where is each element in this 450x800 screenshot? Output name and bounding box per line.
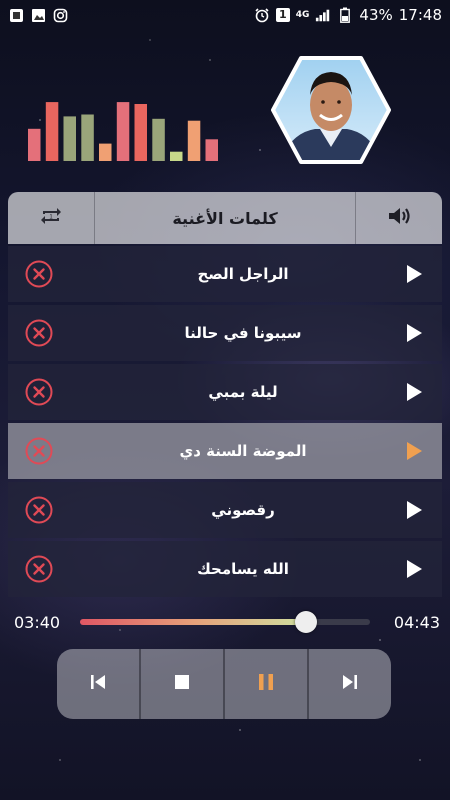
artist-avatar <box>271 56 391 164</box>
clock-time: 17:48 <box>398 6 442 24</box>
play-song-button[interactable] <box>402 321 426 345</box>
equalizer-bar <box>205 139 218 161</box>
instagram-icon <box>52 7 68 23</box>
stop-icon <box>173 673 191 695</box>
play-icon <box>407 442 422 460</box>
song-row[interactable]: الموضة السنة دي <box>8 423 442 479</box>
equalizer-bar <box>170 151 183 161</box>
play-icon <box>407 383 422 401</box>
delete-x-icon <box>25 319 53 347</box>
previous-button[interactable] <box>57 649 139 719</box>
total-time: 04:43 <box>393 613 440 632</box>
pause-button[interactable] <box>223 649 307 719</box>
equalizer-bar <box>152 118 165 161</box>
playback-controls <box>57 649 391 719</box>
delete-x-icon <box>25 437 53 465</box>
song-row[interactable]: الراجل الصح <box>8 246 442 302</box>
equalizer-bar <box>63 116 76 161</box>
song-title: الراجل الصح <box>197 265 289 283</box>
song-row[interactable]: ليلة بمبي <box>8 364 442 420</box>
battery-icon <box>337 7 353 23</box>
delete-x-icon <box>25 260 53 288</box>
lyrics-title[interactable]: كلمات الأغنية <box>94 192 356 244</box>
seek-bar[interactable] <box>80 611 370 633</box>
status-bar: 1 4G 43% 17:48 <box>0 0 450 30</box>
delete-x-icon <box>25 555 53 583</box>
song-title: الله يسامحك <box>197 560 289 578</box>
song-title: الموضة السنة دي <box>179 442 307 460</box>
delete-song-button[interactable] <box>24 377 54 407</box>
delete-song-button[interactable] <box>24 436 54 466</box>
play-icon <box>407 324 422 342</box>
equalizer-bar <box>116 102 130 161</box>
song-title: رقصوني <box>211 501 275 519</box>
seek-bar-progress <box>80 619 307 625</box>
repeat-button[interactable]: 1 <box>8 192 94 244</box>
pause-icon <box>257 672 275 696</box>
play-icon <box>407 265 422 283</box>
volume-button[interactable] <box>356 192 442 244</box>
play-icon <box>407 501 422 519</box>
play-song-button[interactable] <box>402 262 426 286</box>
seek-handle[interactable] <box>295 611 318 633</box>
delete-x-icon <box>25 378 53 406</box>
skip-next-icon <box>340 673 360 695</box>
play-icon <box>407 560 422 578</box>
play-song-button[interactable] <box>402 439 426 463</box>
next-button[interactable] <box>307 649 391 719</box>
song-list: الراجل الصح سيبونا في حالنا ليلة بمبي الموض… <box>8 246 442 600</box>
song-title: سيبونا في حالنا <box>184 324 302 342</box>
equalizer-bar <box>99 143 112 161</box>
play-song-button[interactable] <box>402 498 426 522</box>
signal-icon <box>315 7 331 23</box>
alarm-icon <box>254 7 270 23</box>
repeat-one-icon: 1 <box>39 205 63 231</box>
gallery-icon <box>8 7 24 23</box>
delete-song-button[interactable] <box>24 554 54 584</box>
volume-icon <box>386 204 412 232</box>
play-song-button[interactable] <box>402 557 426 581</box>
image-icon <box>30 7 46 23</box>
song-title: ليلة بمبي <box>208 383 278 401</box>
lyrics-header-bar: 1 كلمات الأغنية <box>8 192 442 244</box>
network-type-label: 4G <box>295 9 310 20</box>
stop-button[interactable] <box>139 649 223 719</box>
equalizer-bar <box>45 102 59 161</box>
equalizer-bar <box>134 104 147 161</box>
equalizer-bar <box>81 114 94 161</box>
play-song-button[interactable] <box>402 380 426 404</box>
song-row[interactable]: الله يسامحك <box>8 541 442 597</box>
skip-previous-icon <box>88 673 108 695</box>
delete-song-button[interactable] <box>24 495 54 525</box>
equalizer-bar <box>28 128 41 161</box>
equalizer-visualizer <box>28 102 218 161</box>
delete-x-icon <box>25 496 53 524</box>
notification-count-badge: 1 <box>275 8 290 22</box>
song-row[interactable]: رقصوني <box>8 482 442 538</box>
equalizer-bar <box>187 120 201 161</box>
current-time: 03:40 <box>14 613 61 632</box>
delete-song-button[interactable] <box>24 259 54 289</box>
song-row[interactable]: سيبونا في حالنا <box>8 305 442 361</box>
delete-song-button[interactable] <box>24 318 54 348</box>
battery-percent: 43% <box>359 6 393 24</box>
